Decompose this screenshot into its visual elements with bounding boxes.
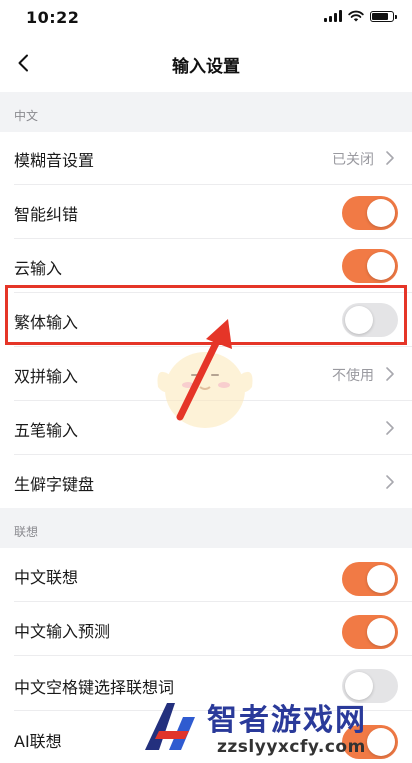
row-label: 生僻字键盘 <box>14 475 95 494</box>
row-value: 不使用 <box>332 368 374 384</box>
chevron-right-icon <box>386 421 394 435</box>
signal-icon <box>324 10 342 22</box>
nav-bar: 输入设置 <box>0 34 412 92</box>
row-cloud-input: 云输入 <box>0 239 412 293</box>
row-wubi-input[interactable]: 五笔输入 <box>0 401 412 455</box>
status-time: 10:22 <box>26 8 80 27</box>
input-prediction-toggle[interactable] <box>342 615 398 649</box>
section-header-association: 联想 <box>0 508 412 548</box>
row-ai-association: AI联想 <box>0 711 412 763</box>
row-fuzzy-pinyin[interactable]: 模糊音设置 已关闭 <box>0 132 412 185</box>
row-double-pinyin[interactable]: 双拼输入 不使用 <box>0 347 412 401</box>
row-label: 云输入 <box>14 259 63 278</box>
row-smart-correction: 智能纠错 <box>0 185 412 239</box>
status-bar: 10:22 <box>0 0 412 34</box>
battery-icon <box>370 10 397 22</box>
row-label: 繁体输入 <box>14 313 79 332</box>
row-label: 中文空格键选择联想词 <box>14 678 175 697</box>
page-title: 输入设置 <box>172 57 240 77</box>
section-header-chinese: 中文 <box>0 92 412 132</box>
chevron-right-icon <box>386 475 394 489</box>
chinese-association-toggle[interactable] <box>342 562 398 596</box>
row-value: 已关闭 <box>332 152 374 168</box>
row-traditional-input: 繁体输入 <box>0 293 412 347</box>
chevron-right-icon <box>386 367 394 381</box>
smart-correction-toggle[interactable] <box>342 196 398 230</box>
status-icons <box>324 10 397 22</box>
row-label: 中文联想 <box>14 568 79 587</box>
chevron-right-icon <box>386 151 394 165</box>
space-select-association-toggle[interactable] <box>342 669 398 703</box>
row-label: 智能纠错 <box>14 205 79 224</box>
wifi-icon <box>348 10 364 22</box>
row-chinese-association: 中文联想 <box>0 548 412 602</box>
row-label: 模糊音设置 <box>14 151 95 170</box>
row-label: 五笔输入 <box>14 421 79 440</box>
row-label: 中文输入预测 <box>14 622 111 641</box>
row-space-select-association: 中文空格键选择联想词 <box>0 656 412 711</box>
row-rare-char-keyboard[interactable]: 生僻字键盘 <box>0 455 412 508</box>
row-input-prediction: 中文输入预测 <box>0 602 412 656</box>
row-label: 双拼输入 <box>14 367 79 386</box>
ai-association-toggle[interactable] <box>342 725 398 759</box>
traditional-input-toggle[interactable] <box>342 303 398 337</box>
row-label: AI联想 <box>14 732 62 751</box>
cloud-input-toggle[interactable] <box>342 249 398 283</box>
